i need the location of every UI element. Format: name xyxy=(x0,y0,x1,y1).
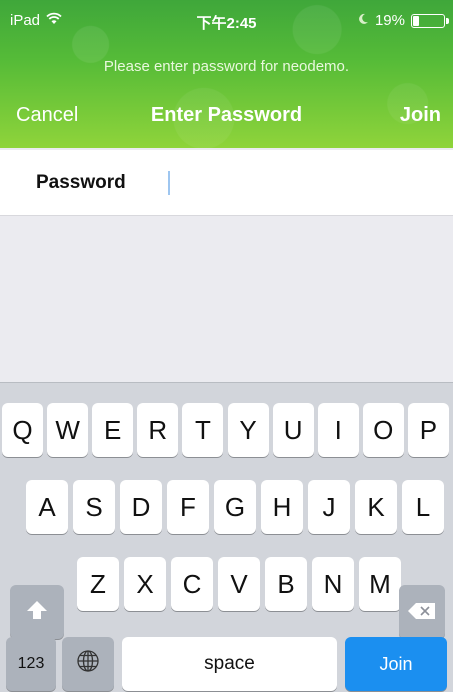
key-l[interactable]: L xyxy=(402,480,444,534)
key-p[interactable]: P xyxy=(407,403,449,457)
status-right: 19% xyxy=(358,12,449,29)
key-i[interactable]: I xyxy=(317,403,359,457)
battery-level xyxy=(413,15,419,26)
key-g[interactable]: G xyxy=(214,480,256,534)
globe-key[interactable] xyxy=(62,637,114,691)
key-w[interactable]: W xyxy=(47,403,89,457)
key-z[interactable]: Z xyxy=(77,557,119,611)
password-prompt: Please enter password for neodemo. xyxy=(103,58,350,75)
key-f[interactable]: F xyxy=(167,480,209,534)
header: iPad 下午2:45 19% Please enter password fo… xyxy=(0,0,453,148)
shift-icon xyxy=(26,597,48,628)
key-x[interactable]: X xyxy=(124,557,166,611)
shift-key[interactable] xyxy=(10,585,64,639)
key-u[interactable]: U xyxy=(272,403,314,457)
battery-icon xyxy=(411,13,449,28)
key-n[interactable]: N xyxy=(312,557,354,611)
key-v[interactable]: V xyxy=(218,557,260,611)
backspace-key[interactable] xyxy=(399,585,445,639)
globe-icon xyxy=(76,649,100,680)
status-bar: iPad 下午2:45 19% xyxy=(0,0,453,40)
key-j[interactable]: J xyxy=(308,480,350,534)
keyboard: QWERTYUIOP ASDFGHJKL ZXCVBNM 123 space J… xyxy=(0,382,453,692)
space-key[interactable]: space xyxy=(122,637,337,691)
key-t[interactable]: T xyxy=(182,403,224,457)
password-row: Password xyxy=(0,150,453,216)
key-h[interactable]: H xyxy=(261,480,303,534)
key-o[interactable]: O xyxy=(362,403,404,457)
join-return-key[interactable]: Join xyxy=(345,637,447,691)
join-button[interactable]: Join xyxy=(400,104,441,127)
key-s[interactable]: S xyxy=(73,480,115,534)
key-y[interactable]: Y xyxy=(227,403,269,457)
key-b[interactable]: B xyxy=(265,557,307,611)
key-q[interactable]: Q xyxy=(2,403,43,457)
nav-bar: Cancel Enter Password Join xyxy=(0,98,453,134)
numbers-key[interactable]: 123 xyxy=(6,637,56,691)
text-cursor xyxy=(168,171,170,195)
password-field[interactable] xyxy=(160,164,440,202)
key-e[interactable]: E xyxy=(92,403,134,457)
password-label: Password xyxy=(36,172,126,193)
key-m[interactable]: M xyxy=(359,557,401,611)
key-c[interactable]: C xyxy=(171,557,213,611)
page-title: Enter Password xyxy=(150,104,303,126)
battery-percentage: 19% xyxy=(374,12,405,29)
key-d[interactable]: D xyxy=(120,480,162,534)
moon-icon xyxy=(358,12,369,29)
key-k[interactable]: K xyxy=(355,480,397,534)
backspace-icon xyxy=(407,597,437,628)
key-r[interactable]: R xyxy=(137,403,179,457)
key-a[interactable]: A xyxy=(26,480,68,534)
